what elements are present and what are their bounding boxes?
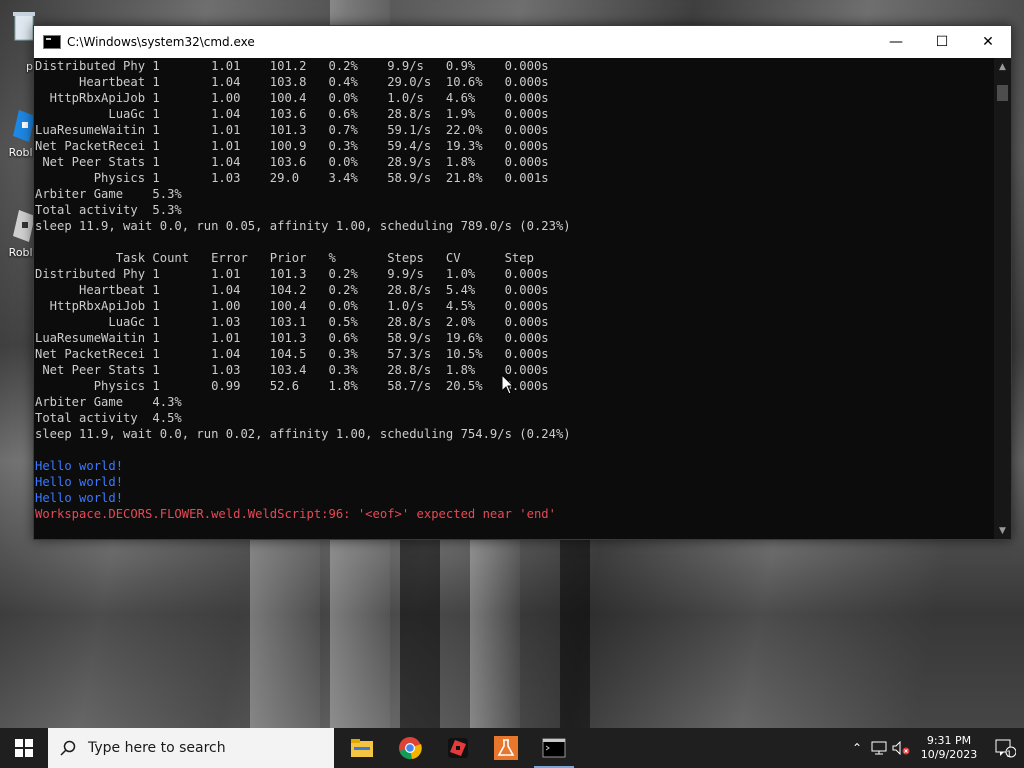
notification-count: 1 bbox=[1006, 750, 1012, 760]
console-line: Arbiter Game 5.3% bbox=[35, 187, 182, 201]
cmd-icon bbox=[43, 35, 61, 49]
search-placeholder: Type here to search bbox=[88, 740, 226, 756]
console-line: Net Peer Stats 1 1.04 103.6 0.0% 28.9/s … bbox=[35, 155, 549, 169]
cmd-icon bbox=[542, 738, 566, 758]
recycle-bin-label: p bbox=[26, 60, 33, 73]
search-icon bbox=[60, 740, 76, 756]
roblox-studio-icon bbox=[448, 738, 468, 758]
wallpaper-rock-shadow bbox=[560, 538, 590, 728]
system-tray: ⌃ 9:31 PM 10/9/2023 1 bbox=[846, 728, 1024, 768]
scroll-down-arrow-icon[interactable]: ▼ bbox=[994, 522, 1011, 539]
console-line: Net PacketRecei 1 1.04 104.5 0.3% 57.3/s… bbox=[35, 347, 549, 361]
console-line: LuaGc 1 1.03 103.1 0.5% 28.8/s 2.0% 0.00… bbox=[35, 315, 549, 329]
notification-center-button[interactable]: 1 bbox=[986, 728, 1024, 768]
windows-logo-icon bbox=[15, 739, 33, 757]
scroll-thumb[interactable] bbox=[997, 85, 1008, 101]
console-output[interactable]: Distributed Phy 1 1.01 101.2 0.2% 9.9/s … bbox=[34, 58, 994, 539]
console-line: sleep 11.9, wait 0.0, run 0.02, affinity… bbox=[35, 427, 571, 441]
chrome-icon bbox=[399, 737, 422, 760]
console-line: Distributed Phy 1 1.01 101.2 0.2% 9.9/s … bbox=[35, 59, 549, 73]
console-line: LuaGc 1 1.04 103.6 0.6% 28.8/s 1.9% 0.00… bbox=[35, 107, 549, 121]
console-line: Total activity 4.5% bbox=[35, 411, 182, 425]
window-title: C:\Windows\system32\cmd.exe bbox=[67, 35, 255, 49]
network-icon[interactable] bbox=[868, 728, 890, 768]
taskbar-file-explorer[interactable] bbox=[338, 728, 386, 768]
console-line: HttpRbxApiJob 1 1.00 100.4 0.0% 1.0/s 4.… bbox=[35, 91, 549, 105]
wallpaper-rock-highlight bbox=[470, 540, 520, 728]
clock-time: 9:31 PM bbox=[926, 734, 972, 747]
taskbar-chrome[interactable] bbox=[386, 728, 434, 768]
clock-date: 10/9/2023 bbox=[920, 748, 978, 761]
start-button[interactable] bbox=[0, 728, 48, 768]
wallpaper-rock-highlight bbox=[250, 538, 320, 728]
window-titlebar[interactable]: C:\Windows\system32\cmd.exe — ☐ ✕ bbox=[34, 26, 1011, 58]
close-button[interactable]: ✕ bbox=[965, 26, 1011, 58]
console-line: LuaResumeWaitin 1 1.01 101.3 0.7% 59.1/s… bbox=[35, 123, 549, 137]
console-line: Distributed Phy 1 1.01 101.3 0.2% 9.9/s … bbox=[35, 267, 549, 281]
console-line: Arbiter Game 4.3% bbox=[35, 395, 182, 409]
console-error-line: Workspace.DECORS.FLOWER.weld.WeldScript:… bbox=[35, 507, 556, 521]
minimize-icon: — bbox=[889, 34, 903, 50]
console-output-line: Hello world! bbox=[35, 459, 124, 473]
maximize-icon: ☐ bbox=[935, 34, 949, 50]
maximize-button[interactable]: ☐ bbox=[919, 26, 965, 58]
taskbar-search-box[interactable]: Type here to search bbox=[48, 728, 334, 768]
file-explorer-icon bbox=[351, 739, 373, 757]
console-line: Total activity 5.3% bbox=[35, 203, 182, 217]
close-icon: ✕ bbox=[982, 34, 994, 50]
console-line: Physics 1 0.99 52.6 1.8% 58.7/s 20.5% 0.… bbox=[35, 379, 549, 393]
taskbar-roblox-studio[interactable] bbox=[434, 728, 482, 768]
notification-icon bbox=[995, 739, 1016, 758]
console-line: Physics 1 1.03 29.0 3.4% 58.9/s 21.8% 0.… bbox=[35, 171, 549, 185]
console-output-line: Hello world! bbox=[35, 491, 124, 505]
console-line: Heartbeat 1 1.04 104.2 0.2% 28.8/s 5.4% … bbox=[35, 283, 549, 297]
cmd-window[interactable]: C:\Windows\system32\cmd.exe — ☐ ✕ Distri… bbox=[33, 25, 1012, 540]
wallpaper-rock-shadow bbox=[400, 538, 440, 728]
console-line: Net Peer Stats 1 1.03 103.4 0.3% 28.8/s … bbox=[35, 363, 549, 377]
scroll-up-arrow-icon[interactable]: ▲ bbox=[994, 58, 1011, 75]
console-line: Task Count Error Prior % Steps CV Step bbox=[35, 251, 534, 265]
volume-muted-icon[interactable] bbox=[890, 728, 912, 768]
taskbar-cmd[interactable] bbox=[530, 728, 578, 768]
console-line: HttpRbxApiJob 1 1.00 100.4 0.0% 1.0/s 4.… bbox=[35, 299, 549, 313]
lab-flask-icon bbox=[494, 736, 518, 760]
taskbar-lab-app[interactable] bbox=[482, 728, 530, 768]
console-line: Heartbeat 1 1.04 103.8 0.4% 29.0/s 10.6%… bbox=[35, 75, 549, 89]
console-line: LuaResumeWaitin 1 1.01 101.3 0.6% 58.9/s… bbox=[35, 331, 549, 345]
taskbar: Type here to search ⌃ 9:31 PM 10/9/2023 … bbox=[0, 728, 1024, 768]
show-hidden-icons-chevron-icon[interactable]: ⌃ bbox=[846, 728, 868, 768]
console-output-line: Hello world! bbox=[35, 475, 124, 489]
console-line: sleep 11.9, wait 0.0, run 0.05, affinity… bbox=[35, 219, 571, 233]
vertical-scrollbar[interactable]: ▲ ▼ bbox=[994, 58, 1011, 539]
minimize-button[interactable]: — bbox=[873, 26, 919, 58]
taskbar-clock[interactable]: 9:31 PM 10/9/2023 bbox=[912, 734, 986, 762]
console-line: Net PacketRecei 1 1.01 100.9 0.3% 59.4/s… bbox=[35, 139, 549, 153]
